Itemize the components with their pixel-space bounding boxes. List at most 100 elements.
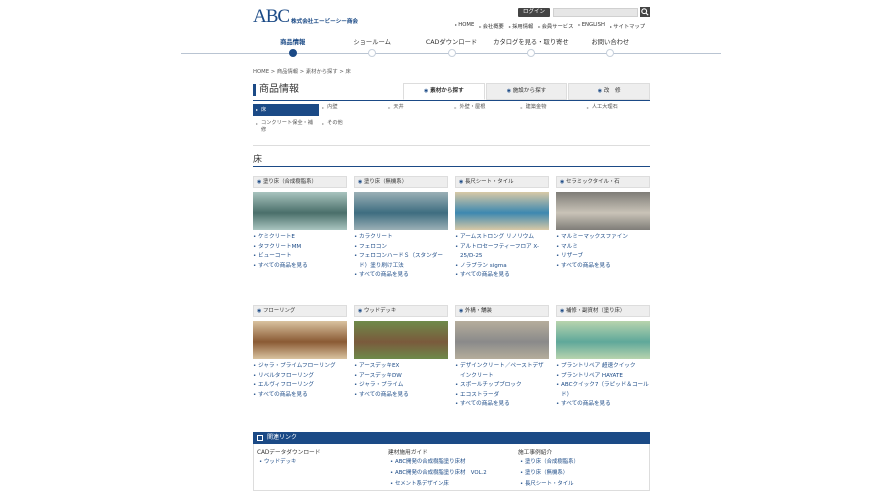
tab-renovation[interactable]: 改 修 [568,83,651,100]
tab-by-facility[interactable]: 施設から探す [485,83,568,100]
search-input[interactable] [553,8,638,17]
nav-item-cad[interactable]: CADダウンロード [412,38,491,57]
card-image[interactable] [455,321,549,359]
top-link-company[interactable]: 会社概要 [479,22,504,30]
logo-mark: ABC [253,6,290,27]
product-link[interactable]: すべての商品を見る [354,271,448,281]
product-link[interactable]: デザインクリート／ペーストデザインクリート [455,362,549,381]
product-link[interactable]: フェロコンハードＳ（スタンダード）塗り刷け工法 [354,252,448,271]
card-title[interactable]: 外構・舗装 [455,305,549,317]
card-image[interactable] [455,192,549,230]
nav-dot [368,49,377,57]
product-link[interactable]: タフクリートMM [253,243,347,253]
product-link[interactable]: すべての商品を見る [455,271,549,281]
subcat-floor[interactable]: 床 [253,104,319,116]
nav-item-showroom[interactable]: ショールーム [332,38,411,57]
nav-item-contact[interactable]: お問い合わせ [571,38,650,57]
card-links: ジャラ・プライムフローリングリベルタフローリングエルヴィフローリングすべての商品… [253,362,347,400]
related-link[interactable]: ABC開発の合成樹脂塗り床材 VOL.2 [388,468,518,479]
card-title[interactable]: 長尺シート・タイル [455,176,549,188]
product-link[interactable]: フェロコン [354,243,448,253]
tab-by-material[interactable]: 素材から探す [403,83,485,100]
product-link[interactable]: すべての商品を見る [253,262,347,272]
top-link-home[interactable]: HOME [455,22,474,30]
product-card: 塗り床（合成樹脂系） ケミクリートEタフクリートMMビューコートすべての商品を見る [253,176,347,271]
product-link[interactable]: マルミーマックスファイン [556,233,650,243]
product-link[interactable]: エコストラーダ [455,391,549,401]
subcat-concrete-repair[interactable]: コンクリート保全・補修 [253,120,319,134]
card-title[interactable]: 補修・副資材（塗り床） [556,305,650,317]
search-icon[interactable] [640,7,650,17]
card-title[interactable]: セラミックタイル・石 [556,176,650,188]
card-image[interactable] [556,321,650,359]
product-link[interactable]: スポールチップブロック [455,381,549,391]
product-link[interactable]: ジャラ・プライム [354,381,448,391]
subcat-exterior-roof[interactable]: 外壁・屋根 [451,104,517,116]
company-logo[interactable]: ABC 株式会社エービーシー商会 [253,6,358,27]
subcat-other[interactable]: その他 [319,120,385,134]
nav-dot [288,49,297,57]
card-image[interactable] [354,192,448,230]
product-link[interactable]: アルトロセーフティーフロア X-25/D-25 [455,243,549,262]
related-link[interactable]: ウッドデッキ [257,457,387,468]
subcat-hardware[interactable]: 建築金物 [518,104,584,116]
card-title[interactable]: 塗り床（合成樹脂系） [253,176,347,188]
top-link-english[interactable]: ENGLISH [578,22,605,30]
related-link[interactable]: 塗り床（合成樹脂系） [518,457,648,468]
product-link[interactable]: ジャラ・プライムフローリング [253,362,347,372]
product-link[interactable]: すべての商品を見る [556,400,650,410]
product-link[interactable]: アームストロング リノリウム [455,233,549,243]
product-link[interactable]: ビューコート [253,252,347,262]
related-links-header: 関連リンク [253,432,650,444]
card-image[interactable] [253,192,347,230]
product-link[interactable]: プラントリペア HAYATE [556,372,650,382]
card-image[interactable] [253,321,347,359]
product-link[interactable]: ケミクリートE [253,233,347,243]
nav-item-products[interactable]: 商品情報 [253,38,332,57]
subcat-artificial-marble[interactable]: 人工大理石 [584,104,650,116]
subcat-interior-wall[interactable]: 内壁 [319,104,385,116]
product-link[interactable]: リザーブ [556,252,650,262]
section-title: 床 [253,155,263,165]
product-link[interactable]: マルミ [556,243,650,253]
product-link[interactable]: アースデッキDW [354,372,448,382]
product-card: 塗り床（無機系） カラクリートフェロコンフェロコンハードＳ（スタンダード）塗り刷け… [354,176,448,281]
breadcrumb: HOME > 商品情報 > 素材から探す > 床 [253,69,351,75]
related-link[interactable]: ABC開発の合成樹脂塗り床材 [388,457,518,468]
subcat-ceiling[interactable]: 天井 [385,104,451,116]
login-button[interactable]: ログイン [518,8,550,17]
card-title[interactable]: フローリング [253,305,347,317]
card-image[interactable] [354,321,448,359]
product-link[interactable]: ABCクイック7（ラピッド＆コールド） [556,381,650,400]
nav-item-catalog[interactable]: カタログを見る・取り寄せる [491,38,570,57]
product-card: フローリングジャラ・プライムフローリングリベルタフローリングエルヴィフローリング… [253,305,347,400]
top-link-recruit[interactable]: 採用情報 [509,22,533,30]
product-link[interactable]: すべての商品を見る [556,262,650,272]
product-link[interactable]: すべての商品を見る [253,391,347,401]
product-link[interactable]: すべての商品を見る [354,391,448,401]
related-column: CADデータダウンロードウッドデッキ [257,449,387,468]
card-image[interactable] [556,192,650,230]
card-links: マルミーマックスファインマルミリザーブすべての商品を見る [556,233,650,271]
product-link[interactable]: アースデッキEX [354,362,448,372]
product-link[interactable]: すべての商品を見る [455,400,549,410]
related-column-title: 施工事例紹介 [518,450,553,456]
related-link[interactable]: 塗り床（無機系） [518,468,648,479]
subcategory-divider [253,145,650,146]
nav-dot [526,49,535,57]
top-link-sitemap[interactable]: サイトマップ [610,22,645,30]
related-link[interactable]: セメント系デザイン床 [388,479,518,490]
product-link[interactable]: ノラプラン sigma [455,262,549,272]
product-link[interactable]: リベルタフローリング [253,372,347,382]
card-title[interactable]: ウッドデッキ [354,305,448,317]
product-link[interactable]: エルヴィフローリング [253,381,347,391]
product-link[interactable]: カラクリート [354,233,448,243]
product-link[interactable]: プラントリペア 超速クイック [556,362,650,372]
product-card: 外構・舗装デザインクリート／ペーストデザインクリートスポールチップブロックエコス… [455,305,549,410]
main-nav: 商品情報 ショールーム CADダウンロード カタログを見る・取り寄せる お問い合… [253,38,650,57]
card-links: ケミクリートEタフクリートMMビューコートすべての商品を見る [253,233,347,271]
card-title[interactable]: 塗り床（無機系） [354,176,448,188]
top-link-member[interactable]: 会員サービス [538,22,574,30]
product-card: ウッドデッキアースデッキEXアースデッキDWジャラ・プライムすべての商品を見る [354,305,448,400]
related-link[interactable]: 長尺シート・タイル [518,479,648,490]
